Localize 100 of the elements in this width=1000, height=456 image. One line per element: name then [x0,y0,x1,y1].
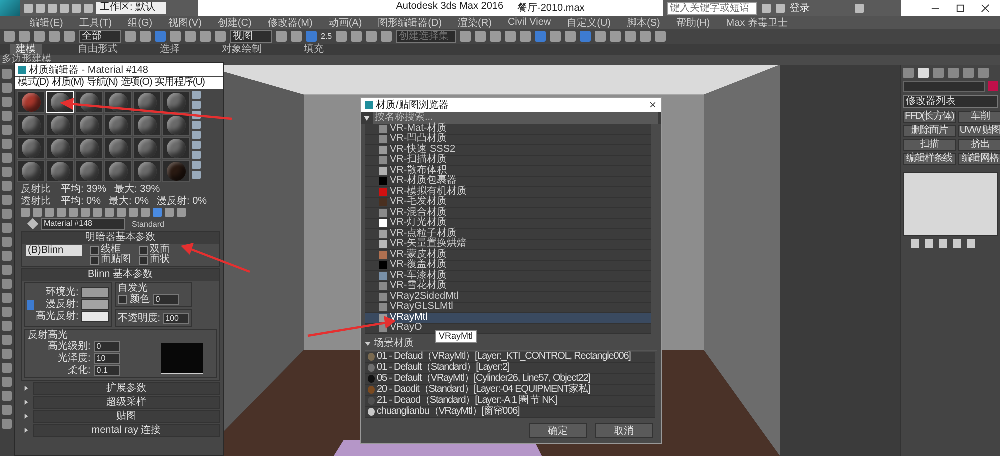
close-icon[interactable] [649,101,657,109]
list-item[interactable]: VR-覆盖材质 [365,260,651,271]
expand-icon[interactable] [24,428,29,433]
toolbar-icon[interactable] [125,31,136,42]
toolbar-icon[interactable] [366,31,378,42]
toolbar-icon[interactable] [276,31,287,42]
toolbar-icon[interactable] [595,31,606,42]
color-swatch[interactable] [80,311,109,322]
toolbar-icon[interactable] [475,31,486,42]
menu-item[interactable]: 渲染(R) [458,16,492,30]
close-icon[interactable] [981,4,990,12]
toolbar-icon[interactable] [34,31,45,42]
toolbar-icon[interactable] [64,31,75,42]
ribbon-tab[interactable]: 选择 [154,44,186,55]
toolbar-icon[interactable] [200,31,211,42]
list-item[interactable]: chuanglianbu（VRayMtl）[窗帘006] [365,407,655,418]
toolbar-icon[interactable] [49,31,60,42]
rollout-header[interactable]: 扩展参数 [33,382,220,395]
ribbon-tab[interactable]: 对象绘制 [216,44,268,55]
ribbon-tab[interactable]: 自由形式 [72,44,124,55]
menu-item[interactable]: 自定义(U) [567,16,611,30]
menu-item[interactable]: 创建(C) [218,16,252,30]
toolbar-icon[interactable] [640,31,652,42]
toolbar-icon[interactable] [381,31,392,42]
panel-tab-icon[interactable] [918,68,929,78]
collapse-icon[interactable] [364,116,370,120]
list-item[interactable]: VR-凹凸材质 [365,134,651,145]
menu-item[interactable]: 脚本(S) [627,16,660,30]
modifier-button[interactable]: 编辑样条线 [903,153,956,165]
menu-item[interactable]: 组(G) [128,16,153,30]
modifier-button[interactable]: 扫描 [903,139,956,151]
modifier-button[interactable]: FFD(长方体) [903,111,956,123]
list-item[interactable]: 21 - Deaod（Standard）[Layer:-A 1 圈 节 NK] [365,396,655,407]
named-selection-field[interactable]: 创建选择集 [396,30,456,43]
toolbar-icon[interactable] [155,31,166,42]
spinner-field[interactable]: 0 [152,294,179,305]
object-name-field[interactable] [903,81,985,92]
list-item[interactable]: VR-雪花材质 [365,282,651,292]
toolbar-icon[interactable] [460,31,472,42]
toolbar-icon[interactable] [610,31,622,42]
toolbar-icon[interactable] [140,31,151,42]
rollout-header[interactable]: 贴图 [33,410,220,423]
toolbar-icon[interactable] [655,31,666,42]
toolbar-icon[interactable] [351,31,362,42]
checkbox[interactable] [118,295,127,304]
toolbar-icon[interactable] [336,31,348,42]
expand-icon[interactable] [24,400,29,405]
menu-item[interactable]: 工具(T) [79,16,112,30]
toolbar-icon[interactable] [291,31,302,42]
menu-item[interactable]: 修改器(M) [268,16,313,30]
toolbar-icon[interactable] [505,31,516,42]
toolbar-icon[interactable] [625,31,636,42]
expand-icon[interactable] [24,386,29,391]
coordinate-system-dropdown[interactable]: 视图 [230,30,272,43]
shader-dropdown[interactable]: (B)Blinn [26,245,82,256]
list-item[interactable]: 01 - Default（Standard）[Layer:2] [365,363,655,374]
maximize-icon[interactable] [956,4,965,12]
menu-item[interactable]: Max 养毒卫士 [726,16,788,30]
spinner-field[interactable]: 0 [94,341,120,352]
list-item[interactable]: 20 - Daodit（Standard）[Layer:-04 EQUIPMENT家私] [365,385,655,396]
app-logo-icon[interactable] [0,0,20,17]
rollout-header[interactable]: 超级采样 [33,396,220,409]
list-item[interactable]: VRayMtl [365,313,651,324]
ribbon-tab[interactable]: 建模 [10,44,42,55]
toolbar-icon[interactable] [490,31,502,42]
menu-item[interactable]: 编辑(E) [30,16,64,30]
modifier-button[interactable]: UVW 贴图 [958,125,1000,137]
menu-item[interactable]: 视图(V) [168,16,202,30]
menu-item[interactable]: 选项(O) [120,77,152,89]
sign-in-button[interactable]: 登录 [790,1,850,15]
menu-item[interactable]: 图形编辑器(D) [378,16,442,30]
spinner-field[interactable]: 10 [94,353,120,364]
menu-item[interactable]: 帮助(H) [676,16,710,30]
list-item[interactable]: VR-灯光材质 [365,218,651,229]
color-swatch[interactable] [80,299,109,310]
modifier-button[interactable]: 挤出 [958,139,1000,151]
toolbar-icon[interactable] [550,31,562,42]
snap-toggle[interactable]: 2.5 [321,32,332,41]
list-item[interactable]: VR-材质包裹器 [365,176,651,187]
modifier-list-dropdown[interactable]: 修改器列表 [903,95,998,108]
toolbar-icon[interactable] [580,31,592,42]
toolbar-icon[interactable] [215,31,226,42]
checkbox[interactable] [139,256,148,264]
spinner-field[interactable]: 100 [162,312,189,324]
spinner-field[interactable]: 0.1 [94,365,120,376]
menu-item[interactable]: 材质(M) [52,77,84,89]
toolbar-icon[interactable] [535,31,546,42]
object-color-swatch[interactable] [988,81,998,91]
toolbar-icon[interactable] [520,31,532,42]
menu-item[interactable]: 模式(D) [18,77,49,89]
list-item[interactable]: VR-毛发材质 [365,198,651,208]
modifier-button[interactable]: 删除面片 [903,125,956,137]
selection-filter-dropdown[interactable]: 全部 [79,30,121,43]
ribbon-tab[interactable]: 填充 [298,44,330,55]
workspace-dropdown[interactable]: 工作区: 默认 [96,2,166,14]
modifier-button[interactable]: 编辑网格 [958,153,1000,165]
rollout-header[interactable]: Blinn 基本参数 [22,269,219,281]
color-swatch[interactable] [80,287,109,298]
checkbox[interactable] [90,246,99,254]
list-item[interactable]: VR-扫描材质 [365,156,651,166]
